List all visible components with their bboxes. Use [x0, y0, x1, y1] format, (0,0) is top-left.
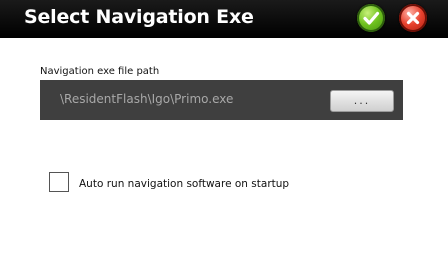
autorun-label: Auto run navigation software on startup — [79, 178, 290, 190]
check-icon — [363, 11, 380, 25]
ok-button[interactable] — [357, 4, 385, 32]
dialog-title: Select Navigation Exe — [24, 6, 254, 28]
browse-button[interactable]: ... — [330, 90, 394, 112]
close-icon — [406, 11, 420, 25]
autorun-checkbox[interactable] — [49, 172, 69, 192]
select-navigation-exe-dialog: Select Navigation Exe Navigation exe fil… — [0, 0, 448, 271]
exe-path-value: \ResidentFlash\Igo\Primo.exe — [60, 92, 234, 106]
title-bar: Select Navigation Exe — [0, 0, 448, 38]
path-label: Navigation exe file path — [40, 66, 160, 77]
exe-path-field[interactable]: \ResidentFlash\Igo\Primo.exe ... — [40, 80, 403, 120]
close-button[interactable] — [399, 4, 427, 32]
